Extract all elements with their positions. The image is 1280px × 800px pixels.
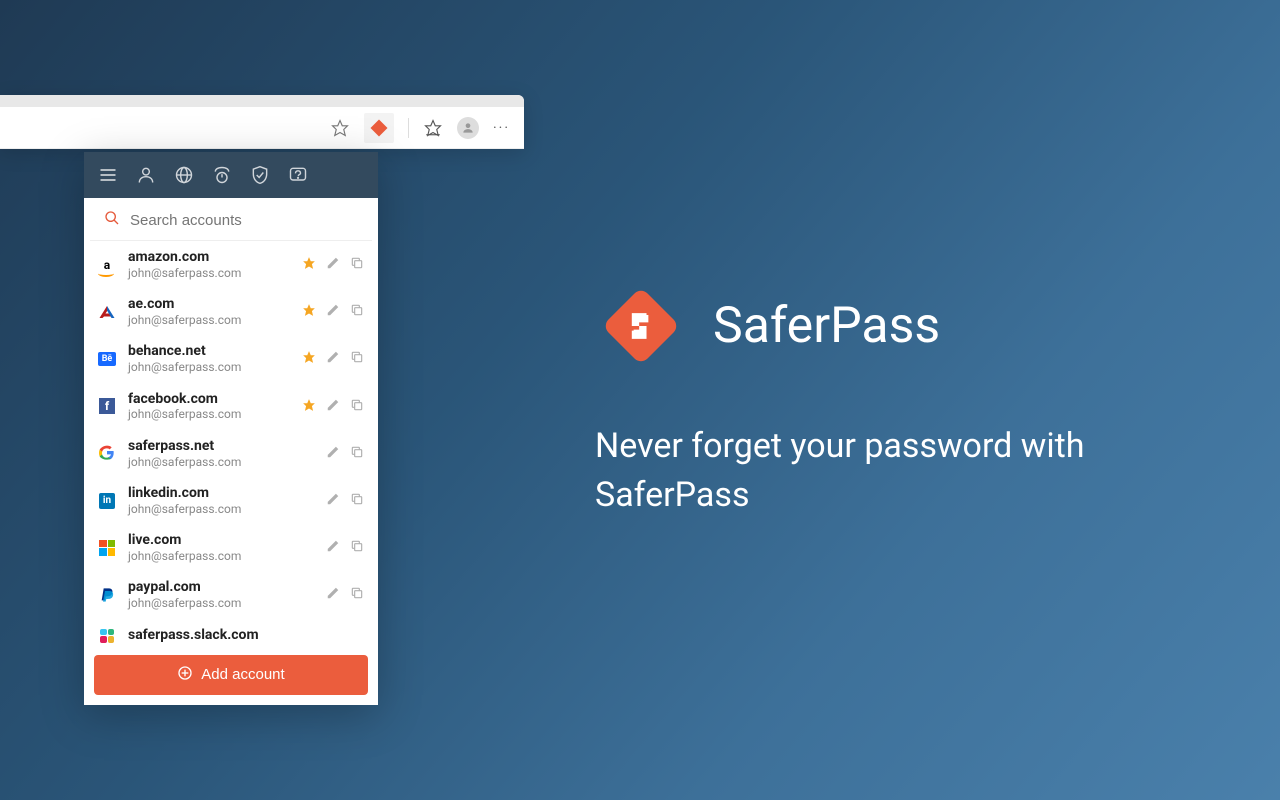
edit-icon[interactable] [326,397,340,416]
add-account-label: Add account [201,666,284,683]
globe-icon[interactable] [174,165,194,185]
saferpass-logo-icon [595,280,687,372]
account-email: john@saferpass.com [128,313,290,327]
facebook-icon: f [98,397,116,415]
account-row[interactable]: a amazon.com john@saferpass.com [84,241,378,288]
account-row[interactable]: ae.com john@saferpass.com [84,288,378,335]
account-email: john@saferpass.com [128,502,314,516]
star-outline-icon[interactable] [330,118,350,138]
slack-icon [98,627,116,645]
search-row [90,198,372,241]
edit-icon[interactable] [326,349,340,368]
saferpass-extension-icon[interactable] [364,113,394,143]
menu-icon[interactable] [98,165,118,185]
copy-icon[interactable] [350,538,364,557]
star-icon[interactable] [302,302,316,321]
popup-toolbar [84,152,378,198]
paypal-icon [98,586,116,604]
profile-avatar-icon[interactable] [457,117,479,139]
edit-icon[interactable] [326,491,340,510]
account-domain: saferpass.slack.com [128,627,364,644]
edit-icon[interactable] [326,444,340,463]
account-domain: linkedin.com [128,485,314,502]
google-icon [98,444,116,462]
copy-icon[interactable] [350,491,364,510]
edit-icon[interactable] [326,302,340,321]
account-row[interactable]: saferpass.net john@saferpass.com [84,430,378,477]
star-icon[interactable] [302,349,316,368]
plus-circle-icon [177,665,193,685]
account-email: john@saferpass.com [128,266,290,280]
help-icon[interactable] [288,165,308,185]
account-domain: live.com [128,532,314,549]
account-row[interactable]: paypal.com john@saferpass.com [84,571,378,618]
account-row[interactable]: live.com john@saferpass.com [84,524,378,571]
account-row[interactable]: Bē behance.net john@saferpass.com [84,335,378,382]
copy-icon[interactable] [350,444,364,463]
browser-window: ··· [0,95,524,149]
browser-tabbar [0,95,524,107]
american-eagle-icon [98,303,116,321]
identity-icon[interactable] [136,165,156,185]
account-email: john@saferpass.com [128,549,314,563]
marketing-panel: SaferPass Never forget your password wit… [595,280,1155,521]
copy-icon[interactable] [350,255,364,274]
extension-popup: a amazon.com john@saferpass.com ae.com j… [84,152,378,705]
star-icon[interactable] [302,397,316,416]
account-domain: paypal.com [128,579,314,596]
account-domain: ae.com [128,296,290,313]
search-icon [104,210,120,230]
toolbar-divider [408,118,409,138]
browser-more-icon[interactable]: ··· [493,120,510,136]
microsoft-icon [98,539,116,557]
shield-icon[interactable] [250,165,270,185]
linkedin-icon: in [98,492,116,510]
accounts-list: a amazon.com john@saferpass.com ae.com j… [84,241,378,645]
add-account-button[interactable]: Add account [94,655,368,695]
edit-icon[interactable] [326,585,340,604]
account-domain: saferpass.net [128,438,314,455]
edit-icon[interactable] [326,538,340,557]
behance-icon: Bē [98,350,116,368]
copy-icon[interactable] [350,302,364,321]
account-email: john@saferpass.com [128,360,290,374]
account-row[interactable]: f facebook.com john@saferpass.com [84,383,378,430]
amazon-icon: a [98,256,116,274]
timer-icon[interactable] [212,165,232,185]
account-domain: amazon.com [128,249,290,266]
account-email: john@saferpass.com [128,407,290,421]
brand-name: SaferPass [713,297,940,355]
account-row[interactable]: saferpass.slack.com [84,619,378,645]
account-email: john@saferpass.com [128,455,314,469]
account-email: john@saferpass.com [128,596,314,610]
copy-icon[interactable] [350,585,364,604]
copy-icon[interactable] [350,397,364,416]
search-input[interactable] [130,212,358,229]
edit-icon[interactable] [326,255,340,274]
star-icon[interactable] [302,255,316,274]
account-domain: behance.net [128,343,290,360]
favorites-icon[interactable] [423,118,443,138]
tagline: Never forget your password with SaferPas… [595,422,1155,521]
browser-toolbar: ··· [0,107,524,149]
account-row[interactable]: in linkedin.com john@saferpass.com [84,477,378,524]
copy-icon[interactable] [350,349,364,368]
account-domain: facebook.com [128,391,290,408]
